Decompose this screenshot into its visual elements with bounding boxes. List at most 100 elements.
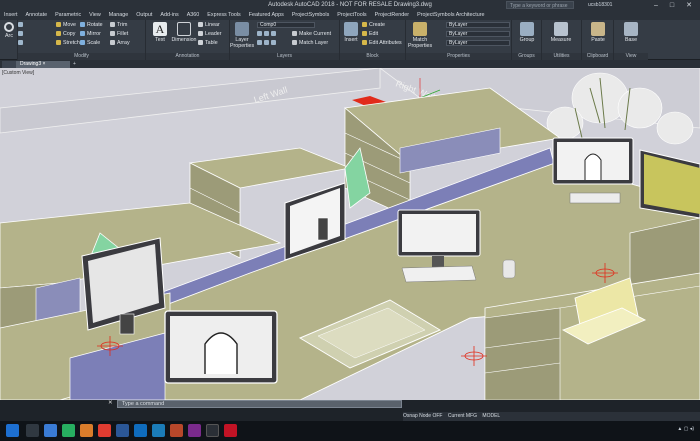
move-label: Move [63, 22, 76, 28]
menu-projecttools[interactable]: ProjectTools [333, 11, 370, 20]
edit-block-tool[interactable]: Edit [362, 31, 378, 38]
menu-a360[interactable]: A360 [183, 11, 204, 20]
menu-projectsymbols-architecture[interactable]: ProjectSymbols Architecture [413, 11, 488, 20]
search-input[interactable]: Type a keyword or phrase [506, 1, 574, 9]
user-signin[interactable]: ucsb18301 [588, 0, 612, 11]
block-group-label[interactable]: Block [340, 53, 405, 60]
edge-icon[interactable] [44, 424, 57, 437]
copy-tool[interactable]: Copy [56, 31, 75, 38]
measure-button[interactable]: Measure [548, 22, 574, 43]
task-view-icon[interactable] [26, 424, 39, 437]
draw-small-tools[interactable] [18, 22, 25, 29]
lineweight-dropdown[interactable]: ByLayer [446, 40, 510, 46]
layers-group-label[interactable]: Layers [230, 53, 339, 60]
match-layer-tool[interactable]: Match Layer [292, 40, 328, 47]
close-command-icon[interactable]: ✕ [108, 400, 113, 407]
whatsapp-icon[interactable] [62, 424, 75, 437]
file-explorer-icon[interactable] [80, 424, 93, 437]
draw-small-tools-3[interactable] [18, 40, 25, 47]
move-tool[interactable]: Move [56, 22, 76, 29]
new-tab-icon[interactable]: + [73, 60, 76, 68]
start-icon[interactable] [6, 424, 19, 437]
rotate-tool[interactable]: Rotate [80, 22, 103, 29]
linetype-dropdown[interactable]: ByLayer [446, 31, 510, 37]
layer-properties-button[interactable]: Layer Properties [230, 22, 254, 49]
layer-dropdown[interactable]: Comp0 [257, 22, 315, 28]
stretch-tool[interactable]: Stretch [56, 40, 80, 47]
menu-featured-apps[interactable]: Featured Apps [245, 11, 288, 20]
menu-bar: Insert Annotate Parametric View Manage Output… [0, 11, 700, 20]
view-group-label[interactable]: View [614, 53, 648, 60]
arc-button[interactable]: Arc [1, 22, 17, 39]
drawing-tab[interactable]: Drawing3 × [16, 61, 70, 68]
make-current-tool[interactable]: Make Current [292, 31, 331, 38]
base-button[interactable]: Base [620, 22, 642, 43]
create-block-tool[interactable]: Create [362, 22, 385, 29]
match-properties-button[interactable]: Match Properties [408, 22, 432, 49]
groups-group: Group Groups [512, 20, 542, 60]
edit-attributes-tool[interactable]: Edit Attributes [362, 40, 402, 47]
outlook-icon[interactable] [134, 424, 147, 437]
current-mfg-status[interactable]: Current MFG [448, 413, 477, 419]
base-view-icon [624, 22, 638, 36]
word-icon[interactable] [116, 424, 129, 437]
insert-block-button[interactable]: Insert [342, 22, 360, 43]
osnap-status[interactable]: Osnap Node OFF [403, 413, 442, 419]
app-icon-dark[interactable] [206, 424, 219, 437]
drawing-viewport[interactable]: Left Wall Right Wall [Custom View] [0, 68, 700, 400]
draw-small-tools-2[interactable] [18, 31, 25, 38]
app-icon-purple[interactable] [188, 424, 201, 437]
powerpoint-icon[interactable] [170, 424, 183, 437]
autocad-icon[interactable] [224, 424, 237, 437]
paste-button[interactable]: Paste [587, 22, 609, 43]
leader-label: Leader [205, 31, 222, 37]
viewport-label[interactable]: [Custom View] [2, 70, 34, 76]
menu-projectrender[interactable]: ProjectRender [371, 11, 413, 20]
array-tool[interactable]: Array [110, 40, 130, 47]
menu-insert[interactable]: Insert [0, 11, 21, 20]
color-dropdown[interactable]: ByLayer [446, 22, 510, 28]
group-label: Group [519, 37, 535, 43]
trim-tool[interactable]: Trim [110, 22, 127, 29]
menu-manage[interactable]: Manage [105, 11, 132, 20]
group-button[interactable]: Group [516, 22, 538, 43]
close-tab-icon[interactable]: × [43, 61, 46, 67]
arc-label: Arc [5, 33, 13, 39]
groups-group-label[interactable]: Groups [512, 53, 541, 60]
annotation-group-label[interactable]: Annotation [146, 53, 229, 60]
close-icon[interactable]: ✕ [684, 0, 694, 11]
system-tray[interactable]: ▲ ▢ ◂) [677, 426, 694, 432]
base-label: Base [624, 37, 638, 43]
leader-tool[interactable]: Leader [198, 31, 222, 38]
menu-view[interactable]: View [85, 11, 105, 20]
menu-addins[interactable]: Add-ins [156, 11, 182, 20]
fillet-tool[interactable]: Fillet [110, 31, 128, 38]
scale-tool[interactable]: Scale [80, 40, 100, 47]
menu-annotate[interactable]: Annotate [21, 11, 51, 20]
paste-label: Paste [591, 37, 605, 43]
maximize-icon[interactable]: □ [667, 0, 677, 11]
text-button[interactable]: A Text [150, 22, 170, 43]
layer-state-icons[interactable] [257, 31, 278, 38]
table-tool[interactable]: Table [198, 40, 218, 47]
menu-express-tools[interactable]: Express Tools [203, 11, 244, 20]
linear-tool[interactable]: Linear [198, 22, 220, 29]
menu-output[interactable]: Output [132, 11, 156, 20]
dimension-button[interactable]: Dimension [170, 22, 198, 43]
command-line[interactable]: ✕ Type a command [108, 400, 402, 408]
drawing-tab-label: Drawing3 [20, 61, 42, 67]
minimize-icon[interactable]: – [651, 0, 661, 11]
mirror-tool[interactable]: Mirror [80, 31, 101, 38]
text-label: Text [155, 37, 165, 43]
app-icon-red[interactable] [98, 424, 111, 437]
title-bar: Autodesk AutoCAD 2018 - NOT FOR RESALE D… [0, 0, 700, 11]
model-status[interactable]: MODEL [482, 413, 500, 419]
utilities-group-label[interactable]: Utilities [542, 53, 581, 60]
properties-group-label[interactable]: Properties [406, 53, 511, 60]
menu-parametric[interactable]: Parametric [51, 11, 85, 20]
modify-group-label[interactable]: Modify [18, 53, 145, 60]
menu-projectsymbols[interactable]: ProjectSymbols [288, 11, 333, 20]
layer-state-icons-2[interactable] [257, 40, 278, 47]
clipboard-group-label[interactable]: Clipboard [582, 53, 613, 60]
app-icon-blue[interactable] [152, 424, 165, 437]
